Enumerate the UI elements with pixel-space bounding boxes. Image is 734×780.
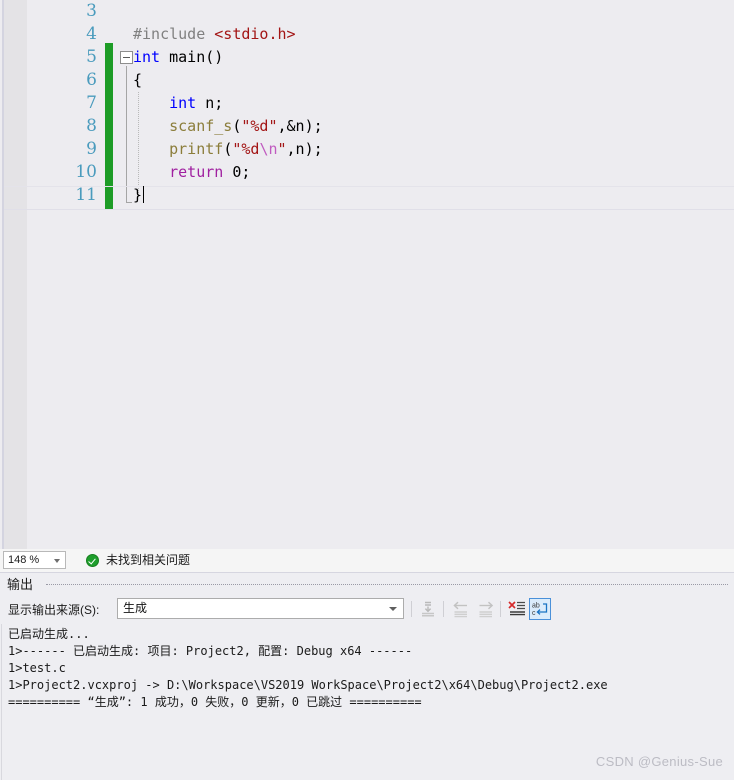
token-keyword-return: return	[169, 163, 224, 181]
token-paren-open: (	[223, 140, 233, 158]
svg-text:c: c	[532, 610, 536, 617]
line-number: 4	[86, 24, 97, 44]
output-line: 已启动生成...	[8, 627, 90, 641]
goto-message-icon	[422, 601, 434, 617]
line-number-gutter: 3 4 5 6 7 8 9 10 11	[27, 0, 105, 549]
chevron-down-icon	[54, 559, 60, 563]
output-panel: 输出 显示输出来源(S): 生成 ab c 已启动生成... 1>------ …	[0, 573, 734, 780]
token-string-format-end: "	[277, 140, 287, 158]
outlining-foot-line	[126, 202, 132, 203]
next-message-button[interactable]	[475, 598, 497, 620]
word-wrap-icon: ab c	[532, 603, 548, 617]
output-source-value: 生成	[123, 601, 148, 615]
output-line: 1>------ 已启动生成: 项目: Project2, 配置: Debug …	[8, 644, 413, 658]
line-number: 8	[86, 116, 97, 136]
line-number: 9	[86, 139, 97, 159]
panel-drag-grip[interactable]	[46, 584, 728, 585]
output-line: 1>Project2.vcxproj -> D:\Workspace\VS201…	[8, 678, 608, 692]
code-line-9[interactable]: printf("%d\n",n);	[133, 138, 323, 161]
output-source-label-prefix: 显示输出来源	[8, 603, 81, 617]
output-line: ========== “生成”: 1 成功，0 失败，0 更新，0 已跳过 ==…	[8, 695, 422, 709]
token-string-format: "%d"	[241, 117, 278, 135]
current-line-highlight-top	[4, 186, 734, 187]
output-line: 1>test.c	[8, 661, 66, 675]
output-panel-title: 输出	[7, 577, 34, 592]
zoom-level-value: 148 %	[8, 554, 40, 566]
token-args-tail: ,&n);	[277, 117, 323, 135]
code-line-8[interactable]: scanf_s("%d",&n);	[133, 115, 323, 138]
line-number: 5	[86, 47, 97, 67]
output-panel-title-bar[interactable]: 输出	[0, 573, 734, 596]
clear-all-button[interactable]	[506, 598, 528, 620]
arrow-right-icon	[479, 601, 494, 618]
zoom-level-dropdown[interactable]: 148 %	[3, 551, 66, 569]
text-caret	[143, 186, 145, 203]
editor-selection-margin[interactable]	[4, 0, 27, 549]
token-variable-n: n;	[196, 94, 224, 112]
token-string-format-start: "%d	[232, 140, 260, 158]
code-line-6[interactable]: {	[133, 69, 142, 92]
line-number: 11	[75, 185, 97, 205]
csdn-watermark: CSDN @Genius-Sue	[595, 754, 723, 769]
toolbar-separator	[443, 601, 444, 617]
code-editor[interactable]: 3 4 5 6 7 8 9 10 11 #include <stdio.h> i…	[0, 0, 734, 549]
toggle-word-wrap-button[interactable]: ab c	[529, 598, 551, 620]
current-line-highlight-bottom	[4, 209, 734, 210]
output-source-label: 显示输出来源(S):	[8, 602, 99, 619]
previous-message-button[interactable]	[450, 598, 472, 620]
code-line-7[interactable]: int n;	[133, 92, 223, 115]
code-line-11[interactable]: }	[133, 184, 145, 207]
check-circle-icon	[86, 554, 99, 567]
editor-status-strip: 148 % 未找到相关问题	[0, 549, 734, 573]
code-line-5[interactable]: int main()	[133, 46, 223, 69]
toolbar-separator	[500, 601, 501, 617]
output-source-label-suffix: :	[96, 603, 100, 617]
output-panel-toolbar: 显示输出来源(S): 生成 ab c	[0, 596, 734, 624]
token-string-escape: \n	[259, 140, 278, 158]
minus-icon	[123, 57, 130, 58]
arrow-left-icon	[453, 601, 467, 618]
clear-all-icon	[508, 601, 525, 616]
outlining-vertical-line	[126, 66, 127, 203]
token-brace-open: {	[133, 71, 143, 89]
token-function-scanf-s: scanf_s	[169, 117, 233, 135]
line-number: 6	[86, 70, 97, 90]
saved-change-bar	[105, 43, 113, 209]
check-mark	[88, 556, 96, 565]
output-source-dropdown[interactable]: 生成	[117, 598, 404, 619]
output-source-label-accel: (S)	[80, 603, 97, 617]
toolbar-separator	[411, 601, 412, 617]
token-brace-close: }	[133, 186, 143, 204]
token-include-header: <stdio.h>	[214, 25, 296, 43]
error-list-status-message: 未找到相关问题	[106, 553, 191, 567]
token-keyword-int: int	[169, 94, 197, 112]
chevron-down-icon	[389, 607, 397, 611]
token-args-tail: ,n);	[286, 140, 323, 158]
svg-text:ab: ab	[532, 603, 540, 610]
find-message-in-code-button[interactable]	[417, 598, 439, 620]
line-number: 7	[86, 93, 97, 113]
token-keyword-int: int	[133, 48, 161, 66]
token-preprocessor: #include	[133, 25, 206, 43]
code-line-4[interactable]: #include <stdio.h>	[133, 23, 296, 46]
code-line-10[interactable]: return 0;	[133, 161, 250, 184]
token-function-printf: printf	[169, 140, 224, 158]
line-number: 10	[75, 162, 97, 182]
line-number: 3	[86, 1, 97, 21]
collapse-region-toggle[interactable]	[120, 51, 133, 64]
token-number-zero: 0;	[223, 163, 251, 181]
token-identifier-main: main()	[160, 48, 224, 66]
